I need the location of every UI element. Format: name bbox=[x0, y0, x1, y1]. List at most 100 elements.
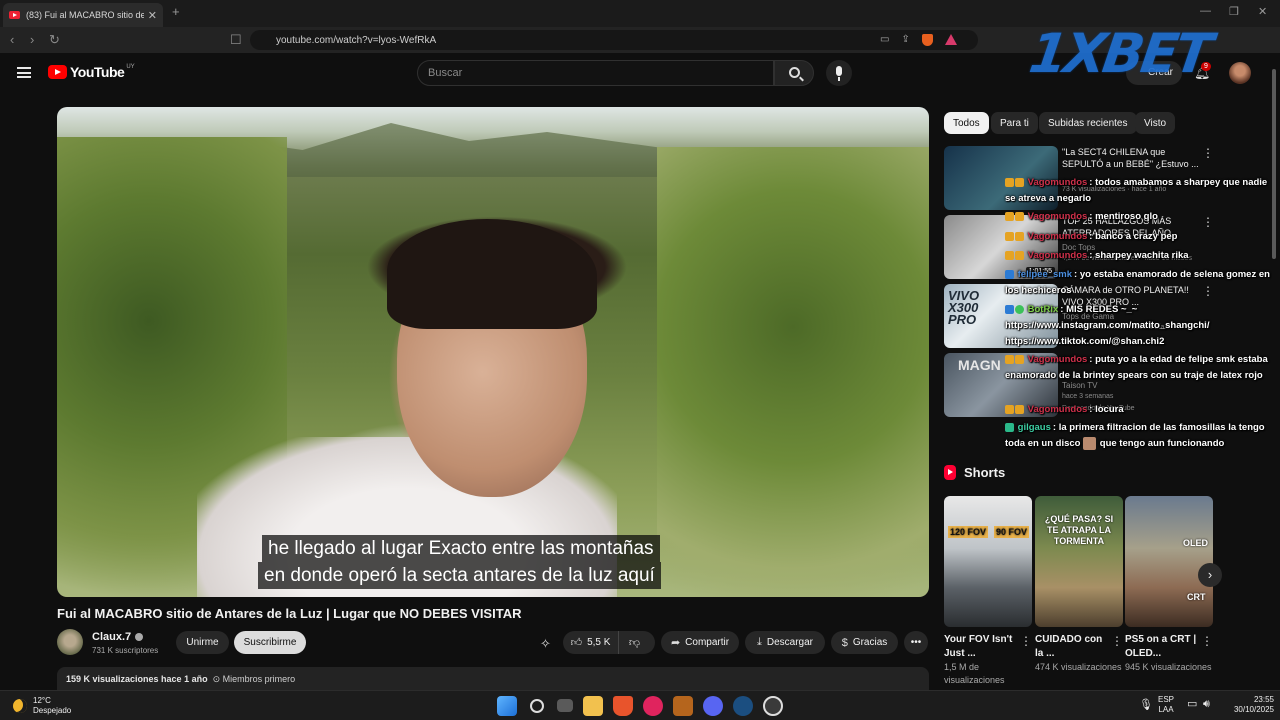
weather-condition: Despejado bbox=[33, 706, 72, 715]
short-item[interactable]: ¿QUÉ PASA? SI TE ATRAPA LA TORMENTA CUID… bbox=[1035, 496, 1123, 674]
voice-search-icon[interactable] bbox=[826, 60, 852, 86]
more-vertical-icon[interactable]: ⋮ bbox=[1201, 634, 1213, 648]
scrollbar-thumb[interactable] bbox=[1272, 69, 1276, 259]
chip-watched-label: Visto bbox=[1144, 117, 1167, 129]
more-vertical-icon[interactable]: ⋮ bbox=[1202, 146, 1214, 160]
browser-tab-youtube[interactable]: (83) Fui al MACABRO sitio de An ✕ bbox=[3, 3, 163, 27]
chat-message: Vagomundos: mentiroso qlo bbox=[1005, 209, 1280, 225]
more-actions-button[interactable]: ••• bbox=[904, 631, 928, 654]
captions: he llegado al lugar Exacto entre las mon… bbox=[258, 535, 724, 589]
tab-close-icon[interactable]: ✕ bbox=[148, 9, 157, 22]
task-view-icon[interactable] bbox=[557, 699, 573, 712]
download-icon: ⤓ bbox=[756, 636, 762, 648]
download-button[interactable]: ⤓ Descargar bbox=[745, 631, 825, 654]
shorts-next-chevron-icon[interactable]: › bbox=[1198, 563, 1222, 587]
channel-avatar[interactable] bbox=[57, 629, 83, 655]
microphone-icon[interactable]: 🎙︎ bbox=[1139, 700, 1153, 711]
obs-icon[interactable] bbox=[763, 696, 783, 716]
chat-badge-icon bbox=[1015, 354, 1024, 364]
youtube-logo[interactable]: YouTube UY bbox=[48, 64, 135, 80]
clock[interactable]: 23:55 30/10/2025 bbox=[1224, 695, 1274, 715]
chat-emote-icon bbox=[1083, 436, 1097, 450]
chat-badge-icon bbox=[1015, 404, 1024, 414]
back-icon[interactable]: ‹ bbox=[10, 32, 14, 47]
short-thumbnail[interactable]: ¿QUÉ PASA? SI TE ATRAPA LA TORMENTA bbox=[1035, 496, 1123, 627]
search-taskbar-icon[interactable] bbox=[530, 699, 544, 713]
close-window-icon[interactable]: ✕ bbox=[1258, 5, 1267, 18]
brave-rewards-icon[interactable] bbox=[944, 34, 957, 45]
minimize-icon[interactable]: — bbox=[1200, 5, 1211, 17]
share-button[interactable]: ➦ Compartir bbox=[661, 631, 739, 654]
short-thumbnail[interactable]: OLED CRT bbox=[1125, 496, 1213, 627]
join-button[interactable]: Unirme bbox=[176, 631, 229, 654]
search-button[interactable] bbox=[774, 60, 814, 86]
more-vertical-icon[interactable]: ⋮ bbox=[1111, 634, 1123, 648]
short-thumbnail[interactable]: 120 FOV 90 FOV bbox=[944, 496, 1032, 627]
maximize-icon[interactable]: ❐ bbox=[1229, 5, 1239, 18]
reload-icon[interactable]: ↻ bbox=[49, 32, 60, 48]
short-title: CUIDADO con la ... bbox=[1035, 634, 1103, 659]
app-icon[interactable] bbox=[673, 696, 693, 716]
url-bar[interactable]: youtube.com/watch?v=lyos-WefRkA bbox=[250, 30, 978, 50]
youtube-play-icon bbox=[48, 65, 67, 79]
volume-icon[interactable]: 🔊︎ bbox=[1203, 699, 1210, 710]
chat-text: : mentiroso qlo bbox=[1089, 211, 1158, 222]
shorts-heading-text: Shorts bbox=[964, 465, 1006, 480]
new-tab-icon[interactable]: + bbox=[172, 4, 180, 19]
like-button[interactable]: 👍︎ 5,5 K bbox=[563, 631, 619, 654]
brave-browser-icon[interactable] bbox=[613, 696, 633, 716]
short-thumb-label: 120 FOV bbox=[948, 526, 989, 538]
start-icon[interactable] bbox=[497, 696, 517, 716]
recommendation-title: "La SECT4 CHILENA que SEPULTÓ a un BEBÉ"… bbox=[1062, 147, 1199, 169]
chip-for-you[interactable]: Para ti bbox=[991, 112, 1038, 134]
short-item[interactable]: 120 FOV 90 FOV Your FOV Isn't Just ... 1… bbox=[944, 496, 1032, 687]
chip-watched[interactable]: Visto bbox=[1135, 112, 1176, 134]
chat-badge-icon bbox=[1015, 231, 1024, 241]
chat-text: : sharpey wachita rika bbox=[1089, 250, 1189, 261]
language-indicator[interactable]: ESP LAA bbox=[1158, 695, 1174, 715]
thanks-button[interactable]: $ Gracias bbox=[831, 631, 898, 654]
search-placeholder: Buscar bbox=[428, 67, 463, 79]
menu-icon[interactable] bbox=[17, 67, 31, 78]
chat-badge-icon bbox=[1005, 269, 1014, 279]
chip-recent[interactable]: Subidas recientes bbox=[1039, 112, 1137, 134]
weather-widget[interactable]: 12°C Despejado bbox=[13, 696, 71, 716]
caption-line-2: en donde operó la secta antares de la lu… bbox=[258, 562, 661, 589]
youtube-wordmark: YouTube bbox=[70, 64, 125, 80]
like-count: 5,5 K bbox=[587, 637, 611, 648]
remix-icon[interactable]: ✧ bbox=[540, 636, 551, 652]
subscribe-button[interactable]: Suscribirme bbox=[234, 631, 306, 654]
chip-all[interactable]: Todos bbox=[944, 112, 989, 134]
steam-icon[interactable] bbox=[733, 696, 753, 716]
chat-username: Vagomundos bbox=[1027, 177, 1088, 188]
chat-message: Vagomundos: locura bbox=[1005, 402, 1280, 418]
channel-name-text: Claux.7 bbox=[92, 631, 132, 643]
short-item[interactable]: OLED CRT PS5 on a CRT | OLED... 945 K vi… bbox=[1125, 496, 1213, 674]
account-avatar[interactable] bbox=[1229, 62, 1251, 84]
moon-icon bbox=[13, 699, 27, 713]
media-player-icon[interactable] bbox=[643, 696, 663, 716]
video-player[interactable] bbox=[57, 107, 929, 597]
more-vertical-icon[interactable]: ⋮ bbox=[1020, 634, 1032, 648]
network-icon[interactable]: ▭ bbox=[1187, 699, 1197, 710]
bookmark-icon[interactable]: ☐ bbox=[230, 32, 242, 48]
brave-shield-icon[interactable] bbox=[921, 34, 933, 46]
chip-all-label: Todos bbox=[953, 117, 980, 129]
cast-icon[interactable]: ▭ bbox=[880, 34, 889, 46]
channel-name[interactable]: Claux.7 bbox=[92, 631, 144, 643]
video-scene-hair bbox=[387, 219, 597, 329]
description-box[interactable]: 159 K visualizaciones hace 1 año ⊙ Miemb… bbox=[57, 667, 929, 691]
search-input[interactable]: Buscar bbox=[417, 60, 774, 86]
thanks-label: Gracias bbox=[852, 637, 888, 648]
share-page-icon[interactable]: ⇪ bbox=[901, 34, 909, 46]
dislike-button[interactable]: 👎︎ bbox=[619, 631, 655, 654]
discord-icon[interactable] bbox=[703, 696, 723, 716]
clock-date: 30/10/2025 bbox=[1233, 705, 1274, 714]
forward-icon[interactable]: › bbox=[30, 32, 34, 47]
clock-time: 23:55 bbox=[1253, 695, 1274, 704]
thumbnail-text: VIVO X300 PRO bbox=[948, 288, 980, 327]
share-label: Compartir bbox=[685, 637, 730, 648]
chat-badge-icon bbox=[1005, 304, 1014, 314]
page-scrollbar[interactable] bbox=[1271, 55, 1277, 685]
file-explorer-icon[interactable] bbox=[583, 696, 603, 716]
